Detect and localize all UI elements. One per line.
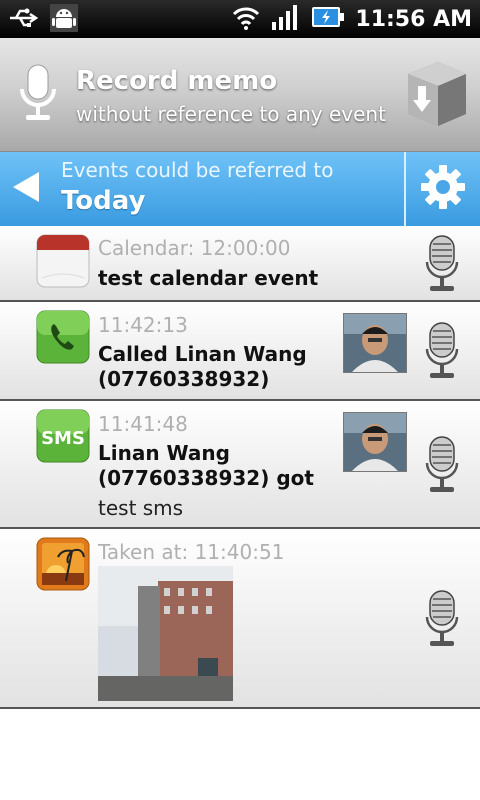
save-box-icon[interactable] bbox=[404, 58, 470, 134]
contact-photo bbox=[343, 313, 407, 373]
events-header: Events could be referred to Today bbox=[0, 152, 480, 226]
record-memo-title: Record memo bbox=[76, 66, 278, 96]
event-time: Taken at: 11:40:51 bbox=[98, 540, 285, 564]
event-row-photo[interactable]: Taken at: 11:40:51 bbox=[0, 529, 480, 709]
event-title-line2: (07760338932) got bbox=[98, 466, 314, 490]
sms-message: test sms bbox=[98, 496, 184, 520]
wifi-icon bbox=[231, 4, 261, 34]
android-debug-icon bbox=[50, 4, 78, 36]
events-period[interactable]: Today bbox=[61, 186, 145, 216]
battery-charging-icon bbox=[311, 4, 345, 34]
event-row-calendar[interactable]: Calendar: 12:00:00 test calendar event bbox=[0, 226, 480, 302]
back-button[interactable] bbox=[0, 152, 52, 226]
events-caption: Events could be referred to bbox=[61, 158, 334, 182]
record-event-mic-icon[interactable] bbox=[424, 435, 460, 499]
event-title-line1: Linan Wang bbox=[98, 441, 230, 465]
event-time: 11:41:48 bbox=[98, 412, 188, 436]
record-memo-subtitle: without reference to any event bbox=[76, 102, 386, 126]
gallery-icon bbox=[36, 537, 90, 595]
back-arrow-icon bbox=[11, 170, 41, 208]
record-event-mic-icon[interactable] bbox=[424, 234, 460, 298]
record-event-mic-icon[interactable] bbox=[424, 321, 460, 385]
usb-icon bbox=[8, 5, 40, 35]
status-bar: 11:56 AM bbox=[0, 0, 480, 38]
signal-icon bbox=[271, 4, 301, 34]
record-memo-button[interactable]: Record memo without reference to any eve… bbox=[0, 38, 480, 152]
event-row-sms[interactable]: SMS 11:41:48 Linan Wang (07760338932) go… bbox=[0, 401, 480, 529]
event-title-line2: (07760338932) bbox=[98, 367, 270, 391]
record-event-mic-icon[interactable] bbox=[424, 589, 460, 653]
contact-photo bbox=[343, 412, 407, 472]
event-title: test calendar event bbox=[98, 266, 319, 290]
event-row-call[interactable]: 11:42:13 Called Linan Wang (07760338932) bbox=[0, 302, 480, 401]
event-time: 11:42:13 bbox=[98, 313, 188, 337]
photo-thumbnail[interactable] bbox=[98, 566, 233, 701]
sms-icon-label: SMS bbox=[41, 428, 85, 449]
microphone-icon bbox=[18, 63, 58, 129]
gear-icon bbox=[419, 163, 467, 215]
calendar-icon bbox=[36, 234, 90, 292]
event-title-line1: Called Linan Wang bbox=[98, 342, 307, 366]
phone-icon bbox=[36, 310, 90, 368]
sms-icon: SMS bbox=[36, 409, 90, 467]
settings-button[interactable] bbox=[406, 152, 480, 226]
event-time: Calendar: 12:00:00 bbox=[98, 236, 291, 260]
status-time: 11:56 AM bbox=[355, 6, 472, 32]
